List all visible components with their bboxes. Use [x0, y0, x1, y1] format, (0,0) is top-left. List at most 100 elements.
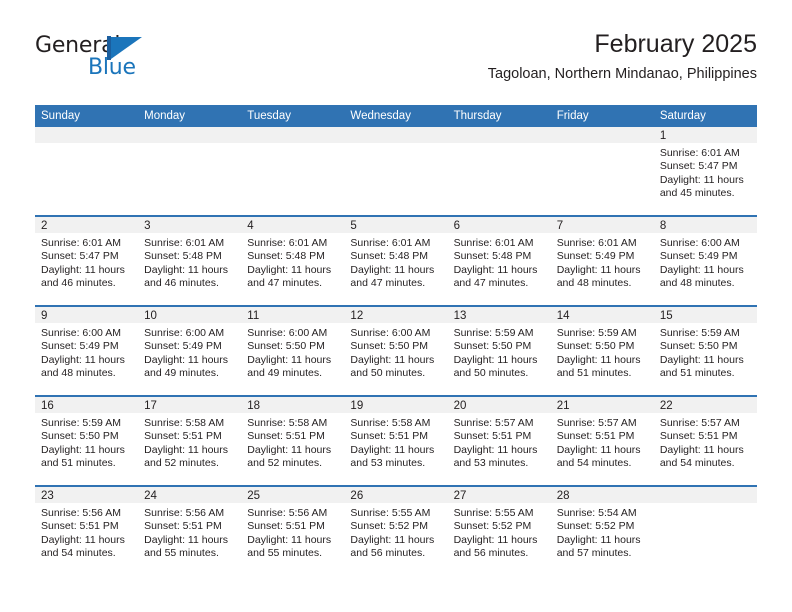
- calendar-day-cell[interactable]: 16 Sunrise: 5:59 AM Sunset: 5:50 PM Dayligh…: [35, 395, 139, 486]
- day-number: 25: [241, 487, 345, 503]
- daylight-text-line2: and 46 minutes.: [41, 277, 116, 290]
- calendar-week-row: 16 Sunrise: 5:59 AM Sunset: 5:50 PM Dayligh…: [35, 395, 757, 486]
- day-detail-block: Sunrise: 5:58 AM Sunset: 5:51 PM Daylight:…: [241, 413, 344, 471]
- daylight-text-line2: and 47 minutes.: [453, 277, 529, 290]
- sunrise-text: Sunrise: 5:59 AM: [453, 327, 534, 339]
- day-detail-block: Sunrise: 5:55 AM Sunset: 5:52 PM Daylight:…: [448, 503, 551, 561]
- sunset-text: Sunset: 5:52 PM: [350, 520, 429, 533]
- calendar-day-cell[interactable]: 15 Sunrise: 5:59 AM Sunset: 5:50 PM Dayligh…: [653, 305, 757, 396]
- daylight-text-line1: Daylight: 11 hours: [144, 533, 228, 546]
- sunrise-text: Sunrise: 5:55 AM: [350, 507, 431, 519]
- title-block: February 2025 Tagoloan, Northern Mindana…: [488, 28, 757, 83]
- calendar-day-cell[interactable]: 22 Sunrise: 5:57 AM Sunset: 5:51 PM Dayligh…: [653, 395, 757, 486]
- calendar-day-cell[interactable]: 2 Sunrise: 6:01 AM Sunset: 5:47 PM Daylight…: [35, 215, 139, 306]
- daylight-text-line2: and 48 minutes.: [659, 277, 735, 290]
- calendar-day-cell[interactable]: 26 Sunrise: 5:55 AM Sunset: 5:52 PM Dayligh…: [344, 485, 448, 575]
- calendar-day-cell[interactable]: 23 Sunrise: 5:56 AM Sunset: 5:51 PM Dayligh…: [35, 485, 139, 575]
- weekday-header-saturday: Saturday: [653, 105, 757, 127]
- daylight-text-line2: and 47 minutes.: [350, 277, 426, 290]
- calendar-day-cell[interactable]: 17 Sunrise: 5:58 AM Sunset: 5:51 PM Dayligh…: [138, 395, 242, 486]
- calendar-day-cell[interactable]: 25 Sunrise: 5:56 AM Sunset: 5:51 PM Dayligh…: [241, 485, 345, 575]
- calendar-day-cell[interactable]: 28 Sunrise: 5:54 AM Sunset: 5:52 PM Dayligh…: [550, 485, 654, 575]
- calendar-day-cell[interactable]: 7 Sunrise: 6:01 AM Sunset: 5:49 PM Daylight…: [550, 215, 654, 306]
- sunrise-text: Sunrise: 5:54 AM: [556, 507, 637, 519]
- daylight-text-line1: Daylight: 11 hours: [350, 353, 435, 366]
- calendar-day-cell[interactable]: 18 Sunrise: 5:58 AM Sunset: 5:51 PM Dayligh…: [241, 395, 345, 486]
- daylight-text-line1: Daylight: 11 hours: [659, 173, 744, 186]
- calendar-day-cell[interactable]: 27 Sunrise: 5:55 AM Sunset: 5:52 PM Dayligh…: [447, 485, 551, 575]
- general-blue-logo[interactable]: General Blue: [35, 34, 245, 90]
- weekday-header-sunday: Sunday: [35, 105, 139, 127]
- daylight-text-line1: Daylight: 11 hours: [659, 263, 744, 276]
- calendar-day-cell[interactable]: 10 Sunrise: 6:00 AM Sunset: 5:49 PM Dayligh…: [138, 305, 242, 396]
- calendar-day-cell-empty: [653, 485, 757, 575]
- day-detail-block: Sunrise: 6:01 AM Sunset: 5:47 PM Daylight:…: [35, 233, 138, 291]
- sunset-text: Sunset: 5:51 PM: [144, 520, 222, 533]
- calendar-day-cell-empty: [241, 127, 345, 216]
- calendar-day-cell[interactable]: 14 Sunrise: 5:59 AM Sunset: 5:50 PM Dayligh…: [550, 305, 654, 396]
- sunrise-text: Sunrise: 5:58 AM: [144, 417, 225, 429]
- day-detail-block: Sunrise: 5:59 AM Sunset: 5:50 PM Daylight:…: [654, 323, 757, 381]
- day-number: 14: [550, 307, 654, 323]
- daylight-text-line2: and 48 minutes.: [556, 277, 632, 290]
- sunset-text: Sunset: 5:51 PM: [556, 430, 635, 443]
- calendar-day-cell[interactable]: 19 Sunrise: 5:58 AM Sunset: 5:51 PM Dayligh…: [344, 395, 448, 486]
- daylight-text-line2: and 48 minutes.: [41, 367, 116, 380]
- daylight-text-line1: Daylight: 11 hours: [247, 353, 332, 366]
- calendar-day-cell-empty: [35, 127, 139, 216]
- day-number: 11: [241, 307, 345, 323]
- daylight-text-line2: and 49 minutes.: [144, 367, 219, 380]
- day-number: 26: [344, 487, 448, 503]
- day-number: [138, 127, 242, 143]
- sunset-text: Sunset: 5:49 PM: [556, 250, 635, 263]
- daylight-text-line2: and 50 minutes.: [350, 367, 426, 380]
- calendar-day-cell[interactable]: 9 Sunrise: 6:00 AM Sunset: 5:49 PM Daylight…: [35, 305, 139, 396]
- daylight-text-line1: Daylight: 11 hours: [144, 263, 228, 276]
- day-detail-block: Sunrise: 6:00 AM Sunset: 5:50 PM Daylight:…: [241, 323, 344, 381]
- calendar-day-cell[interactable]: 8 Sunrise: 6:00 AM Sunset: 5:49 PM Daylight…: [653, 215, 757, 306]
- sunrise-text: Sunrise: 6:00 AM: [144, 327, 225, 339]
- sunset-text: Sunset: 5:49 PM: [659, 250, 738, 263]
- day-detail-block: Sunrise: 5:58 AM Sunset: 5:51 PM Daylight:…: [344, 413, 447, 471]
- day-detail-block: Sunrise: 6:01 AM Sunset: 5:49 PM Daylight:…: [551, 233, 654, 291]
- day-number: 28: [550, 487, 654, 503]
- calendar-day-cell-empty: [344, 127, 448, 216]
- weekday-header-friday: Friday: [550, 105, 654, 127]
- calendar-day-cell[interactable]: 5 Sunrise: 6:01 AM Sunset: 5:48 PM Daylight…: [344, 215, 448, 306]
- calendar-day-cell[interactable]: 6 Sunrise: 6:01 AM Sunset: 5:48 PM Daylight…: [447, 215, 551, 306]
- page-title: February 2025: [594, 30, 757, 58]
- calendar-day-cell-empty: [550, 127, 654, 216]
- calendar-day-cell[interactable]: 11 Sunrise: 6:00 AM Sunset: 5:50 PM Dayligh…: [241, 305, 345, 396]
- calendar-day-cell[interactable]: 13 Sunrise: 5:59 AM Sunset: 5:50 PM Dayligh…: [447, 305, 551, 396]
- sunset-text: Sunset: 5:48 PM: [144, 250, 222, 263]
- calendar-day-cell[interactable]: 24 Sunrise: 5:56 AM Sunset: 5:51 PM Dayligh…: [138, 485, 242, 575]
- page-header: General Blue February 2025 Tagoloan, Nor…: [35, 28, 757, 98]
- weekday-header-monday: Monday: [138, 105, 242, 127]
- daylight-text-line2: and 45 minutes.: [659, 187, 735, 200]
- sunrise-text: Sunrise: 6:01 AM: [350, 237, 431, 249]
- calendar-day-cell[interactable]: 4 Sunrise: 6:01 AM Sunset: 5:48 PM Daylight…: [241, 215, 345, 306]
- day-number: [447, 127, 551, 143]
- calendar-day-cell[interactable]: 12 Sunrise: 6:00 AM Sunset: 5:50 PM Dayligh…: [344, 305, 448, 396]
- calendar-week-row: 9 Sunrise: 6:00 AM Sunset: 5:49 PM Daylight…: [35, 305, 757, 396]
- sunset-text: Sunset: 5:51 PM: [41, 520, 119, 533]
- calendar-week-row: 2 Sunrise: 6:01 AM Sunset: 5:47 PM Daylight…: [35, 215, 757, 306]
- calendar-day-cell[interactable]: 21 Sunrise: 5:57 AM Sunset: 5:51 PM Dayligh…: [550, 395, 654, 486]
- daylight-text-line2: and 53 minutes.: [350, 457, 426, 470]
- daylight-text-line1: Daylight: 11 hours: [556, 533, 641, 546]
- calendar-day-cell[interactable]: 20 Sunrise: 5:57 AM Sunset: 5:51 PM Dayligh…: [447, 395, 551, 486]
- day-detail-block: Sunrise: 5:54 AM Sunset: 5:52 PM Daylight:…: [551, 503, 654, 561]
- sunset-text: Sunset: 5:49 PM: [41, 340, 119, 353]
- daylight-text-line2: and 47 minutes.: [247, 277, 322, 290]
- day-detail-block: Sunrise: 5:57 AM Sunset: 5:51 PM Daylight:…: [551, 413, 654, 471]
- daylight-text-line1: Daylight: 11 hours: [144, 353, 228, 366]
- daylight-text-line1: Daylight: 11 hours: [453, 263, 538, 276]
- day-detail-block: Sunrise: 6:00 AM Sunset: 5:49 PM Daylight:…: [654, 233, 757, 291]
- calendar-day-cell[interactable]: 1 Sunrise: 6:01 AM Sunset: 5:47 PM Daylight…: [653, 127, 757, 216]
- daylight-text-line2: and 51 minutes.: [41, 457, 116, 470]
- daylight-text-line1: Daylight: 11 hours: [453, 533, 538, 546]
- day-number: [550, 127, 654, 143]
- day-detail-block: Sunrise: 5:56 AM Sunset: 5:51 PM Daylight:…: [241, 503, 344, 561]
- calendar-day-cell[interactable]: 3 Sunrise: 6:01 AM Sunset: 5:48 PM Daylight…: [138, 215, 242, 306]
- calendar-week-row: 1 Sunrise: 6:01 AM Sunset: 5:47 PM Daylight…: [35, 127, 757, 216]
